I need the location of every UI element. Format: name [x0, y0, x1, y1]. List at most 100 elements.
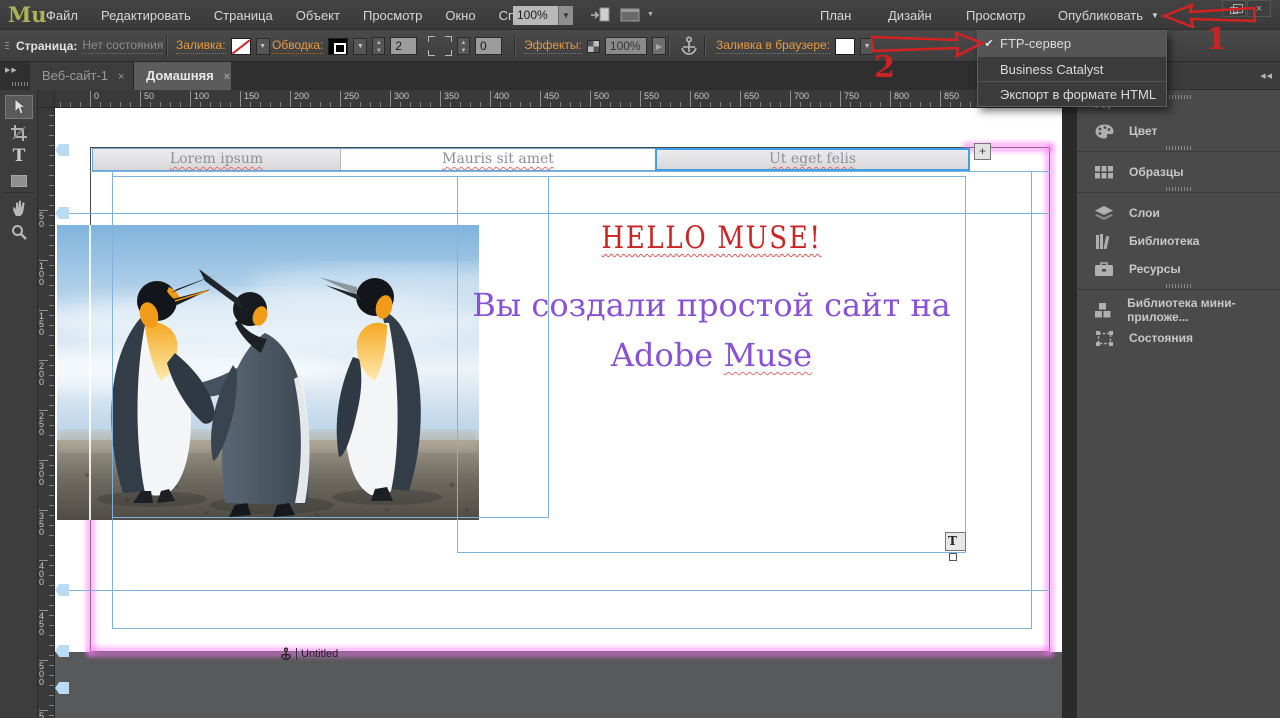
browser-fill-group: Заливка в браузере: ▼: [716, 30, 874, 62]
menu-item-ut-eget[interactable]: Ut eget felis: [656, 149, 969, 170]
menu-item-lorem[interactable]: Lorem ipsum: [93, 149, 341, 170]
menu-item-business-catalyst[interactable]: Business Catalyst: [978, 56, 1166, 81]
export-page-icon[interactable]: [590, 7, 610, 28]
menu-view[interactable]: Просмотр: [363, 8, 422, 23]
stroke-swatch[interactable]: [328, 38, 348, 55]
panel-item-states[interactable]: Состояния: [1077, 324, 1280, 352]
chevron-down-icon[interactable]: ▼: [353, 38, 367, 55]
ruler-corner: [38, 90, 55, 108]
stroke-label[interactable]: Обводка:: [272, 38, 323, 54]
breakpoint-plus-icon[interactable]: +: [974, 143, 991, 160]
briefcase-icon: [1094, 262, 1114, 276]
zoom-value[interactable]: 100%: [513, 6, 558, 25]
page-edge-highlight: [1047, 147, 1052, 653]
divider: [296, 648, 297, 660]
panel-item-layers[interactable]: Слои: [1077, 199, 1280, 227]
mode-design[interactable]: Дизайн: [888, 8, 932, 23]
mode-publish[interactable]: Опубликовать: [1058, 8, 1143, 23]
hello-heading[interactable]: HELLO MUSE!: [498, 220, 926, 256]
design-canvas[interactable]: Lorem ipsum Mauris sit amet Ut eget feli…: [55, 108, 1062, 718]
guide-handle[interactable]: [55, 584, 69, 596]
chevron-down-icon[interactable]: ▼: [558, 6, 573, 25]
ruler-label: 100: [190, 91, 209, 108]
menu-item-mauris[interactable]: Mauris sit amet: [341, 149, 656, 170]
fill-label[interactable]: Заливка:: [176, 38, 226, 54]
mode-preview[interactable]: Просмотр: [966, 8, 1025, 23]
anchor-icon[interactable]: [680, 36, 698, 59]
menu-file[interactable]: Файл: [46, 8, 78, 23]
ruler-label: 400: [39, 560, 48, 586]
close-icon[interactable]: ×: [118, 71, 124, 83]
selection-tool[interactable]: [5, 95, 33, 119]
tab-home-page[interactable]: Домашняя×: [134, 62, 231, 90]
opacity-slider-icon[interactable]: ▶: [652, 37, 666, 55]
panel-grip[interactable]: [1166, 146, 1192, 150]
annotation-number-1: 1: [1206, 22, 1227, 57]
panel-grip[interactable]: [1166, 187, 1192, 191]
anchor-tag[interactable]: Untitled: [280, 646, 338, 661]
text-tool[interactable]: T: [5, 144, 33, 168]
stroke-width-stepper[interactable]: ▲▼: [372, 37, 385, 55]
menu-page[interactable]: Страница: [214, 8, 273, 23]
guide-line[interactable]: [68, 590, 1050, 591]
subtitle-line1[interactable]: Вы создали простой сайт на: [457, 286, 966, 324]
transform-corners-icon[interactable]: [428, 36, 452, 56]
corner-stepper[interactable]: ▲▼: [457, 37, 470, 55]
fill-swatch[interactable]: [231, 38, 251, 55]
menu-item-ftp-server[interactable]: ✔ FTP-сервер: [978, 31, 1166, 56]
zoom-control[interactable]: 100% ▼: [513, 6, 573, 25]
ruler-label: 350: [39, 510, 48, 536]
corner-field[interactable]: 0: [475, 37, 502, 55]
collapse-panel-icon[interactable]: ◀◀: [1260, 72, 1273, 80]
subtitle-line2[interactable]: Adobe Muse: [457, 336, 966, 374]
tab-website-label: Веб-сайт-1: [42, 68, 108, 83]
panel-grip[interactable]: [1166, 284, 1192, 288]
page-edge-highlight: [88, 515, 93, 653]
menu-window[interactable]: Окно: [445, 8, 475, 23]
guide-handle[interactable]: [55, 144, 69, 156]
panel-item-widgets-library[interactable]: Библиотека мини-приложе...: [1077, 296, 1280, 324]
browser-fill-label[interactable]: Заливка в браузере:: [716, 38, 830, 54]
ruler-label: 500: [590, 91, 609, 108]
menu-object[interactable]: Объект: [296, 8, 340, 23]
ruler-label: 650: [740, 91, 759, 108]
effects-checker-icon[interactable]: [587, 40, 600, 53]
preview-mode-icon[interactable]: [620, 7, 644, 28]
menu-widget[interactable]: Lorem ipsum Mauris sit amet Ut eget feli…: [92, 148, 970, 171]
chevron-down-icon[interactable]: ▼: [647, 11, 654, 18]
anchor-label: Untitled: [301, 648, 338, 660]
panel-item-color[interactable]: Цвет: [1077, 117, 1280, 145]
tab-website[interactable]: Веб-сайт-1 ×: [30, 62, 134, 90]
panel-item-swatches[interactable]: Образцы: [1077, 158, 1280, 186]
ruler-label: 550: [640, 91, 659, 108]
close-icon[interactable]: ×: [224, 71, 230, 83]
guide-line[interactable]: [112, 628, 1032, 629]
menu-item-export-html[interactable]: Экспорт в формате HTML: [978, 81, 1166, 106]
guide-line[interactable]: [90, 171, 1050, 172]
opacity-field[interactable]: 100%: [605, 37, 647, 55]
menu-edit[interactable]: Редактировать: [101, 8, 191, 23]
effects-label[interactable]: Эффекты:: [524, 38, 582, 54]
page-state-value[interactable]: Нет состояния: [82, 38, 163, 54]
ruler-label: 500: [39, 660, 48, 686]
stroke-width-field[interactable]: 2: [390, 37, 417, 55]
guide-line[interactable]: [1031, 171, 1032, 629]
panel-divider: [1077, 192, 1280, 193]
panel-grip[interactable]: [5, 42, 9, 50]
panel-item-library[interactable]: Библиотека: [1077, 227, 1280, 255]
hand-tool[interactable]: [5, 196, 33, 220]
guide-handle[interactable]: [55, 207, 69, 219]
browser-fill-swatch[interactable]: [835, 38, 855, 55]
zoom-tool[interactable]: [5, 220, 33, 244]
text-overflow-icon[interactable]: T: [945, 532, 966, 551]
chevron-down-icon[interactable]: ▼: [256, 38, 270, 55]
horizontal-ruler[interactable]: 0501001502002503003504004505005506006507…: [55, 90, 1062, 108]
palette-icon: [1094, 124, 1114, 139]
panel-gutter[interactable]: [1062, 62, 1076, 718]
crop-tool[interactable]: [5, 121, 33, 145]
vertical-ruler[interactable]: 50100150200250300350400450500550: [38, 90, 55, 718]
panel-item-assets[interactable]: Ресурсы: [1077, 255, 1280, 283]
rectangle-tool[interactable]: [5, 169, 33, 193]
expand-panel-icon[interactable]: ▶▶: [5, 66, 18, 74]
mode-plan[interactable]: План: [820, 8, 851, 23]
